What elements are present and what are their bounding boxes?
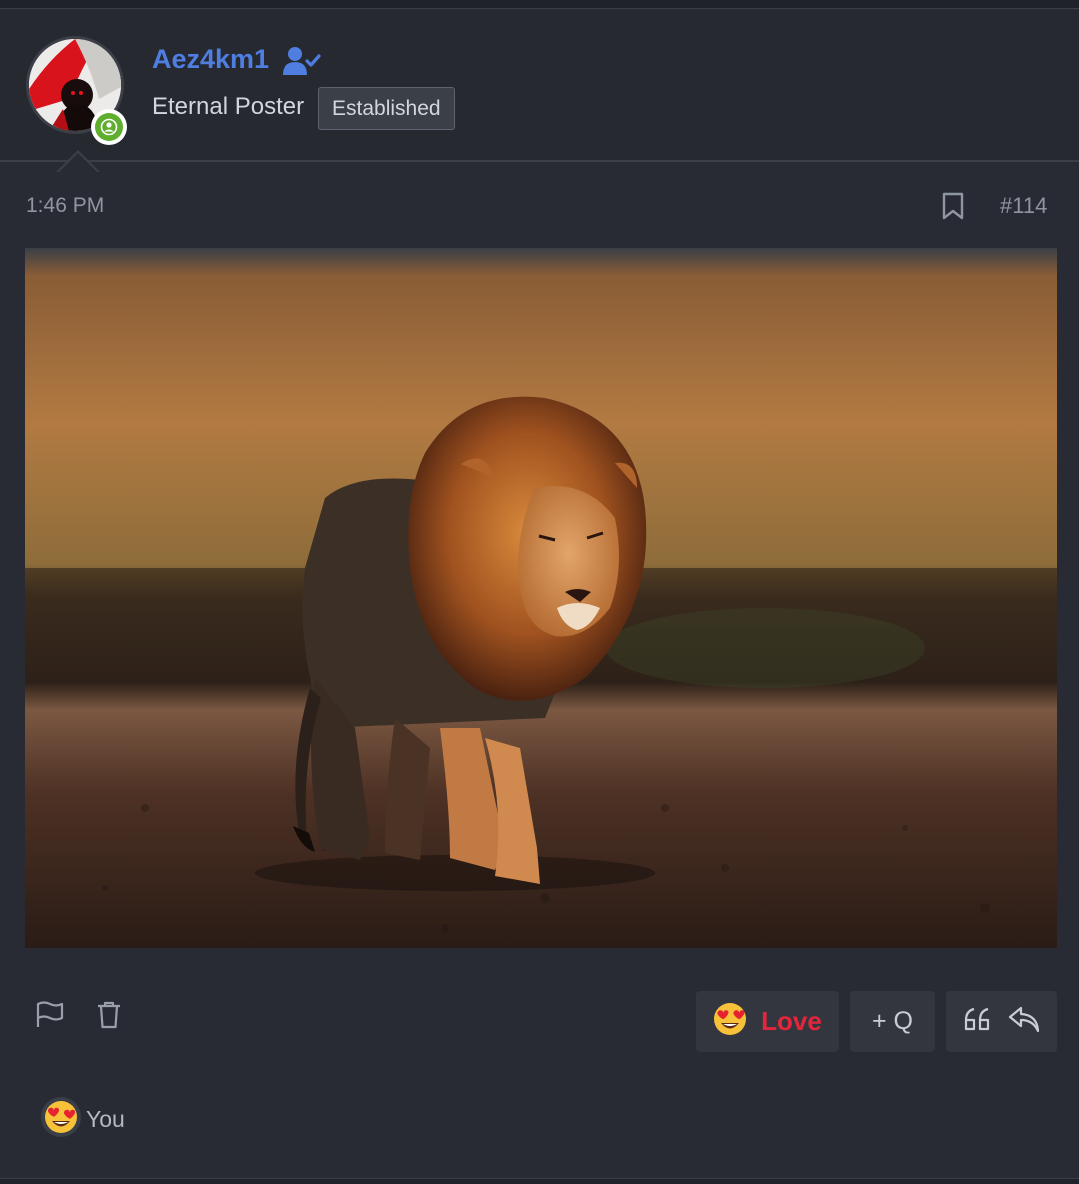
reactions-bar[interactable]: You <box>40 1096 125 1143</box>
user-title: Eternal Poster <box>152 93 305 120</box>
online-status-badge <box>91 109 127 145</box>
love-reaction-button[interactable]: Love <box>696 991 839 1052</box>
quote-reply-button[interactable] <box>946 991 1057 1052</box>
bookmark-icon[interactable] <box>941 192 965 225</box>
user-rank-badge: Established <box>318 87 455 130</box>
reply-icon <box>1007 1004 1041 1039</box>
username-link[interactable]: Aez4km1 <box>152 44 269 75</box>
flag-icon[interactable] <box>35 1001 65 1034</box>
top-divider <box>0 0 1079 9</box>
trash-icon[interactable] <box>96 1000 122 1035</box>
multiquote-button[interactable]: + Q <box>850 991 935 1052</box>
quote-icon <box>963 1006 995 1037</box>
heart-eyes-emoji-icon <box>713 1002 747 1041</box>
bottom-divider <box>0 1178 1079 1184</box>
post-timestamp[interactable]: 1:46 PM <box>26 194 104 218</box>
heart-eyes-emoji-icon <box>40 1096 82 1143</box>
love-reaction-label: Love <box>761 1006 822 1036</box>
online-user-icon <box>95 113 123 141</box>
reaction-summary: You <box>86 1106 125 1132</box>
post-image[interactable] <box>25 248 1057 948</box>
multiquote-label: + Q <box>872 1007 913 1035</box>
post-header: Aez4km1 Eternal Poster Established <box>0 10 1079 172</box>
user-check-icon <box>283 46 321 81</box>
post-number-link[interactable]: #114 <box>1000 193 1047 219</box>
avatar[interactable] <box>26 36 127 145</box>
post-container: Aez4km1 Eternal Poster Established 1:46 … <box>0 0 1079 1184</box>
